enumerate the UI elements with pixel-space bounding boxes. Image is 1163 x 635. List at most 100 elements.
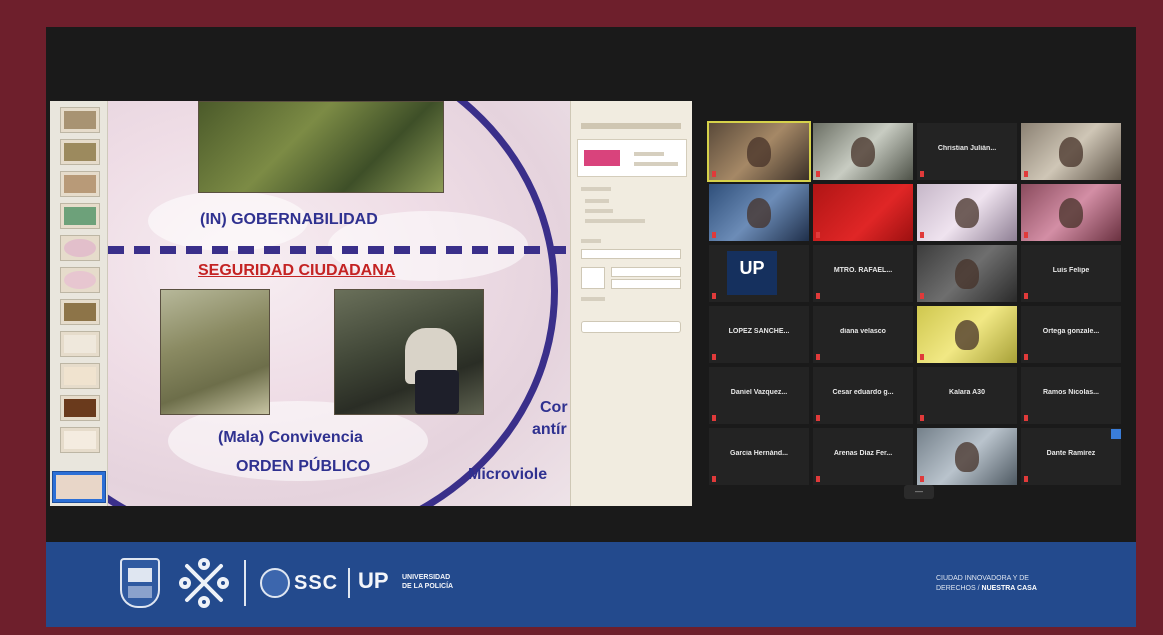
slide-text-partial-3: Microviole bbox=[468, 466, 548, 483]
panel-style-card[interactable] bbox=[577, 139, 687, 177]
ssc-logo-text: SSC bbox=[294, 572, 339, 594]
participant-tile[interactable] bbox=[1021, 184, 1121, 241]
participant-tile[interactable]: Ramos Nicolas... bbox=[1021, 367, 1121, 424]
participant-tile[interactable] bbox=[917, 428, 1017, 485]
participant-tile[interactable]: Luis Felipe bbox=[1021, 245, 1121, 302]
participant-tile[interactable] bbox=[917, 245, 1017, 302]
panel-dropdown[interactable] bbox=[581, 249, 681, 259]
muted-mic-icon bbox=[712, 171, 716, 177]
slide-thumb-4[interactable] bbox=[60, 203, 100, 229]
participant-name: Garcia Hernánd... bbox=[730, 450, 788, 457]
participant-tile[interactable]: LOPEZ SANCHE... bbox=[709, 306, 809, 363]
participant-name: Cesar eduardo g... bbox=[832, 389, 894, 396]
street-photo bbox=[160, 289, 270, 415]
slide-text-orden: ORDEN PÚBLICO bbox=[236, 458, 371, 475]
footer-divider bbox=[244, 560, 246, 606]
muted-mic-icon bbox=[712, 415, 716, 421]
panel-color-box[interactable] bbox=[581, 267, 605, 289]
muted-mic-icon bbox=[920, 293, 924, 299]
participant-tile[interactable] bbox=[917, 184, 1017, 241]
participant-figure bbox=[747, 137, 771, 167]
participant-tile[interactable] bbox=[917, 306, 1017, 363]
panel-button[interactable] bbox=[581, 321, 681, 333]
slide-thumb-2[interactable] bbox=[60, 139, 100, 165]
slide-thumb-5[interactable] bbox=[60, 235, 100, 261]
slide-thumb-11[interactable] bbox=[60, 427, 100, 453]
muted-mic-icon bbox=[1024, 171, 1028, 177]
slide-heading-seguridad: SEGURIDAD CIUDADANA bbox=[198, 262, 396, 279]
panel-input[interactable] bbox=[611, 267, 681, 277]
slide-thumb-6[interactable] bbox=[60, 267, 100, 293]
participant-tile[interactable]: Ortega gonzale... bbox=[1021, 306, 1121, 363]
participant-tile[interactable]: Garcia Hernánd... bbox=[709, 428, 809, 485]
muted-mic-icon bbox=[1024, 293, 1028, 299]
muted-mic-icon bbox=[1024, 415, 1028, 421]
gallery-pager[interactable]: ― bbox=[904, 485, 934, 499]
slide-thumb-9[interactable] bbox=[60, 363, 100, 389]
slide-thumb-3[interactable] bbox=[60, 171, 100, 197]
participant-figure bbox=[955, 442, 979, 472]
footer-divider bbox=[348, 568, 350, 598]
participant-tile[interactable]: Christian Julián... bbox=[917, 123, 1017, 180]
shared-presentation: (IN) GOBERNABILIDAD SEGURIDAD CIUDADANA … bbox=[50, 101, 692, 506]
participant-tile[interactable]: Dante Ramírez bbox=[1021, 428, 1121, 485]
landscape-photo bbox=[198, 101, 444, 193]
participant-video bbox=[709, 123, 809, 180]
participant-video bbox=[813, 184, 913, 241]
muted-mic-icon bbox=[920, 476, 924, 482]
muted-mic-icon bbox=[920, 171, 924, 177]
participant-figure bbox=[851, 137, 875, 167]
participant-figure bbox=[955, 320, 979, 350]
slide-thumb-1[interactable] bbox=[60, 107, 100, 133]
participant-figure bbox=[1059, 137, 1083, 167]
participant-name: Arenas Díaz Fer... bbox=[833, 450, 893, 457]
participant-name: Kalara A30 bbox=[949, 389, 985, 396]
slide-thumb-10[interactable] bbox=[60, 395, 100, 421]
raise-hand-indicator bbox=[1111, 429, 1121, 439]
participant-tile[interactable] bbox=[707, 121, 811, 182]
participant-figure bbox=[747, 198, 771, 228]
participant-name: Daniel Vazquez... bbox=[730, 389, 788, 396]
participant-tile[interactable]: Arenas Díaz Fer... bbox=[813, 428, 913, 485]
participant-tile[interactable]: MTRO. RAFAEL... bbox=[813, 245, 913, 302]
slide-thumbnails bbox=[50, 101, 108, 506]
participant-tile[interactable] bbox=[1021, 123, 1121, 180]
muted-mic-icon bbox=[816, 293, 820, 299]
participant-tile[interactable]: UP bbox=[709, 245, 809, 302]
participant-name: LOPEZ SANCHE... bbox=[728, 328, 790, 335]
participant-name: Ortega gonzale... bbox=[1042, 328, 1100, 335]
slide-heading-gobernabilidad: (IN) GOBERNABILIDAD bbox=[200, 211, 378, 228]
participant-tile[interactable] bbox=[813, 184, 913, 241]
slide-thumb-7[interactable] bbox=[60, 299, 100, 325]
slide-thumb-current[interactable] bbox=[52, 471, 106, 503]
slide-thumb-8[interactable] bbox=[60, 331, 100, 357]
style-swatch bbox=[584, 150, 620, 166]
participant-tile[interactable] bbox=[709, 184, 809, 241]
participant-figure bbox=[955, 198, 979, 228]
participant-tile[interactable] bbox=[813, 123, 913, 180]
participant-video bbox=[917, 245, 1017, 302]
muted-mic-icon bbox=[816, 354, 820, 360]
panel-input-2[interactable] bbox=[611, 279, 681, 289]
participant-name: Ramos Nicolas... bbox=[1042, 389, 1100, 396]
participant-tile[interactable]: diana velasco bbox=[813, 306, 913, 363]
participant-video bbox=[709, 184, 809, 241]
institutional-footer: SSC UP UNIVERSIDAD DE LA POLICÍA CIUDAD … bbox=[46, 542, 1136, 627]
participant-tile[interactable]: Kalara A30 bbox=[917, 367, 1017, 424]
ssc-seal-icon bbox=[260, 568, 290, 598]
participant-video bbox=[917, 428, 1017, 485]
participant-tile[interactable]: Cesar eduardo g... bbox=[813, 367, 913, 424]
up-logo-icon: UP bbox=[727, 251, 777, 295]
muted-mic-icon bbox=[920, 232, 924, 238]
muted-mic-icon bbox=[712, 476, 716, 482]
city-slogan: CIUDAD INNOVADORA Y DE DERECHOS / NUESTR… bbox=[936, 575, 1037, 592]
muted-mic-icon bbox=[1024, 354, 1028, 360]
slide-text-partial-2: antír bbox=[532, 421, 567, 438]
participant-tile[interactable]: Daniel Vazquez... bbox=[709, 367, 809, 424]
muted-mic-icon bbox=[920, 415, 924, 421]
muted-mic-icon bbox=[1024, 232, 1028, 238]
participant-name: MTRO. RAFAEL... bbox=[833, 267, 893, 274]
participant-name: Luis Felipe bbox=[1052, 267, 1090, 274]
muted-mic-icon bbox=[712, 293, 716, 299]
muted-mic-icon bbox=[712, 232, 716, 238]
